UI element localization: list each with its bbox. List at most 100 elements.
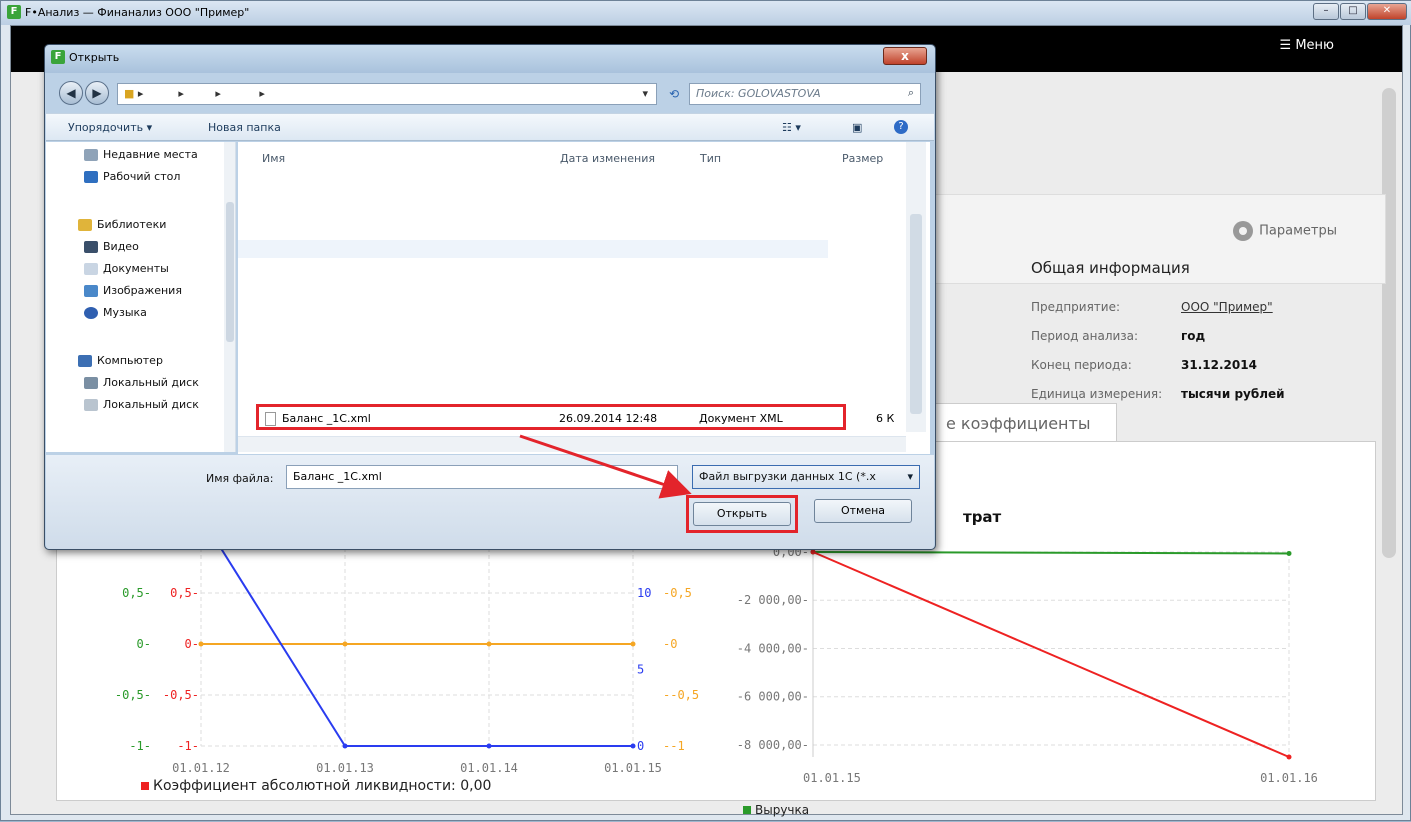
xml-file-icon (265, 412, 276, 426)
file-date: 26.09.2014 12:48 (559, 412, 658, 425)
data-point (1286, 754, 1292, 760)
search-input[interactable]: Поиск: GOLOVASTOVA ⌕ (689, 83, 921, 105)
filename-input[interactable]: Баланс _1С.xml (286, 465, 678, 489)
nav-item-libraries[interactable]: Библиотеки (78, 218, 166, 231)
drive-icon (84, 398, 98, 411)
recent-places-icon (84, 148, 98, 161)
dialog-toolbar: Упорядочить ▾ Новая папка ☷ ▾ ▣ ? (46, 113, 934, 141)
file-name: Баланс _1С.xml (282, 412, 371, 425)
data-point (630, 743, 636, 749)
app-logo-icon: F (51, 50, 65, 64)
y-tick-label: -4 000,00- (737, 641, 809, 655)
nav-item-computer[interactable]: Компьютер (78, 354, 163, 367)
legend-left: Коэффициент абсолютной ликвидности: 0,00 (141, 778, 491, 794)
data-point (486, 641, 492, 647)
data-point (342, 641, 348, 647)
file-size: 6 К (876, 412, 895, 425)
nav-item-video[interactable]: Видео (84, 240, 139, 253)
dialog-footer: Имя файла: Баланс _1С.xml Файл выгрузки … (46, 455, 934, 549)
documents-icon (84, 262, 98, 275)
dialog-title: Открыть (69, 51, 120, 64)
help-icon[interactable]: ? (894, 120, 908, 134)
dialog-close-button[interactable]: x (883, 47, 927, 65)
view-options-icon[interactable]: ☷ ▾ (782, 121, 801, 134)
file-list: Имя Дата изменения Тип Размер Баланс _1С… (238, 142, 930, 454)
forward-button[interactable]: ▶ (85, 81, 109, 105)
y-tick-label: -0,5- (163, 688, 199, 702)
back-button[interactable]: ◀ (59, 81, 83, 105)
file-type: Документ XML (699, 412, 783, 425)
filename-label: Имя файла: (206, 472, 274, 485)
music-icon (84, 306, 98, 319)
y-tick-label: 0,5- (122, 586, 151, 600)
open-button-highlight: Открыть (686, 495, 798, 533)
x-tick-label: 01.01.13 (316, 761, 374, 775)
y-tick-label: -1- (177, 739, 199, 753)
data-point (198, 641, 204, 647)
new-folder-button[interactable]: Новая папка (208, 121, 281, 134)
filetype-select[interactable]: Файл выгрузки данных 1С (*.x ▾ (692, 465, 920, 489)
file-row-balance[interactable]: Баланс _1С.xml 26.09.2014 12:48 Документ… (256, 404, 846, 430)
data-point (630, 641, 636, 647)
y-tick-label: --0,5 (663, 688, 699, 702)
open-file-dialog: F Открыть x ◀ ▶ ■ ▸ ▸ ▸ ▸ ▾ ⟲ Поиск: GOL… (44, 44, 936, 550)
x-tick-label: 01.01.12 (172, 761, 230, 775)
column-size[interactable]: Размер (842, 152, 883, 165)
legend-right: Выручка (743, 803, 809, 817)
dialog-titlebar[interactable]: F Открыть x (45, 45, 935, 73)
series-line-green (812, 551, 1290, 555)
series-line-blue (200, 515, 633, 747)
nav-item-documents[interactable]: Документы (84, 262, 169, 275)
y-tick-label: 0,5- (170, 586, 199, 600)
nav-item-music[interactable]: Музыка (84, 306, 147, 319)
folder-icon: ■ (124, 87, 135, 100)
refresh-icon[interactable]: ⟲ (663, 83, 685, 105)
organize-button[interactable]: Упорядочить ▾ (68, 121, 152, 134)
nav-item-drive[interactable]: Локальный диск (84, 398, 199, 411)
chevron-down-icon[interactable]: ▾ (642, 87, 648, 100)
right-chart: 0,00--2 000,00--4 000,00--6 000,00--8 00… (737, 545, 1318, 785)
arrow-left-icon: ◀ (66, 86, 76, 100)
nav-scrollbar-thumb[interactable] (226, 202, 234, 342)
x-tick-label: 01.01.14 (460, 761, 518, 775)
nav-item-recent[interactable]: Недавние места (84, 148, 198, 161)
data-point (486, 743, 492, 749)
navigation-pane: Недавние места Рабочий стол Библиотеки В… (46, 142, 236, 452)
nav-item-drive[interactable]: Локальный диск (84, 376, 199, 389)
column-type[interactable]: Тип (700, 152, 721, 165)
address-bar: ◀ ▶ ■ ▸ ▸ ▸ ▸ ▾ ⟲ Поиск: GOLOVASTOVA ⌕ (53, 81, 929, 107)
y-tick-label: --1 (663, 739, 685, 753)
y-tick-label: 0 (637, 739, 644, 753)
horizontal-scrollbar[interactable] (238, 436, 906, 452)
y-tick-label: -0,5 (663, 586, 692, 600)
y-tick-label: 10 (637, 586, 651, 600)
hover-row (238, 240, 828, 258)
search-icon: ⌕ (907, 86, 914, 99)
x-tick-label: 01.01.16 (1260, 771, 1318, 785)
preview-pane-icon[interactable]: ▣ (852, 121, 862, 134)
open-button[interactable]: Открыть (693, 502, 791, 526)
nav-item-desktop[interactable]: Рабочий стол (84, 170, 180, 183)
y-tick-label: 0- (185, 637, 199, 651)
y-tick-label: -0,5- (115, 688, 151, 702)
y-tick-label: -0 (663, 637, 677, 651)
data-point (342, 743, 348, 749)
data-point (1286, 550, 1292, 556)
y-tick-label: -2 000,00- (737, 593, 809, 607)
nav-item-pictures[interactable]: Изображения (84, 284, 182, 297)
drive-icon (84, 376, 98, 389)
chevron-down-icon: ▾ (907, 470, 913, 483)
file-list-scrollbar-thumb[interactable] (910, 214, 922, 414)
y-tick-label: -1- (129, 739, 151, 753)
video-icon (84, 240, 98, 253)
column-date[interactable]: Дата изменения (560, 152, 655, 165)
arrow-right-icon: ▶ (92, 86, 102, 100)
x-tick-label: 01.01.15 (803, 771, 861, 785)
series-line-red (812, 551, 1290, 758)
libraries-icon (78, 218, 92, 231)
column-name[interactable]: Имя (262, 152, 285, 165)
cancel-button[interactable]: Отмена (814, 499, 912, 523)
path-breadcrumb[interactable]: ■ ▸ ▸ ▸ ▸ ▾ (117, 83, 657, 105)
y-tick-label: 5 (637, 663, 644, 677)
computer-icon (78, 354, 92, 367)
